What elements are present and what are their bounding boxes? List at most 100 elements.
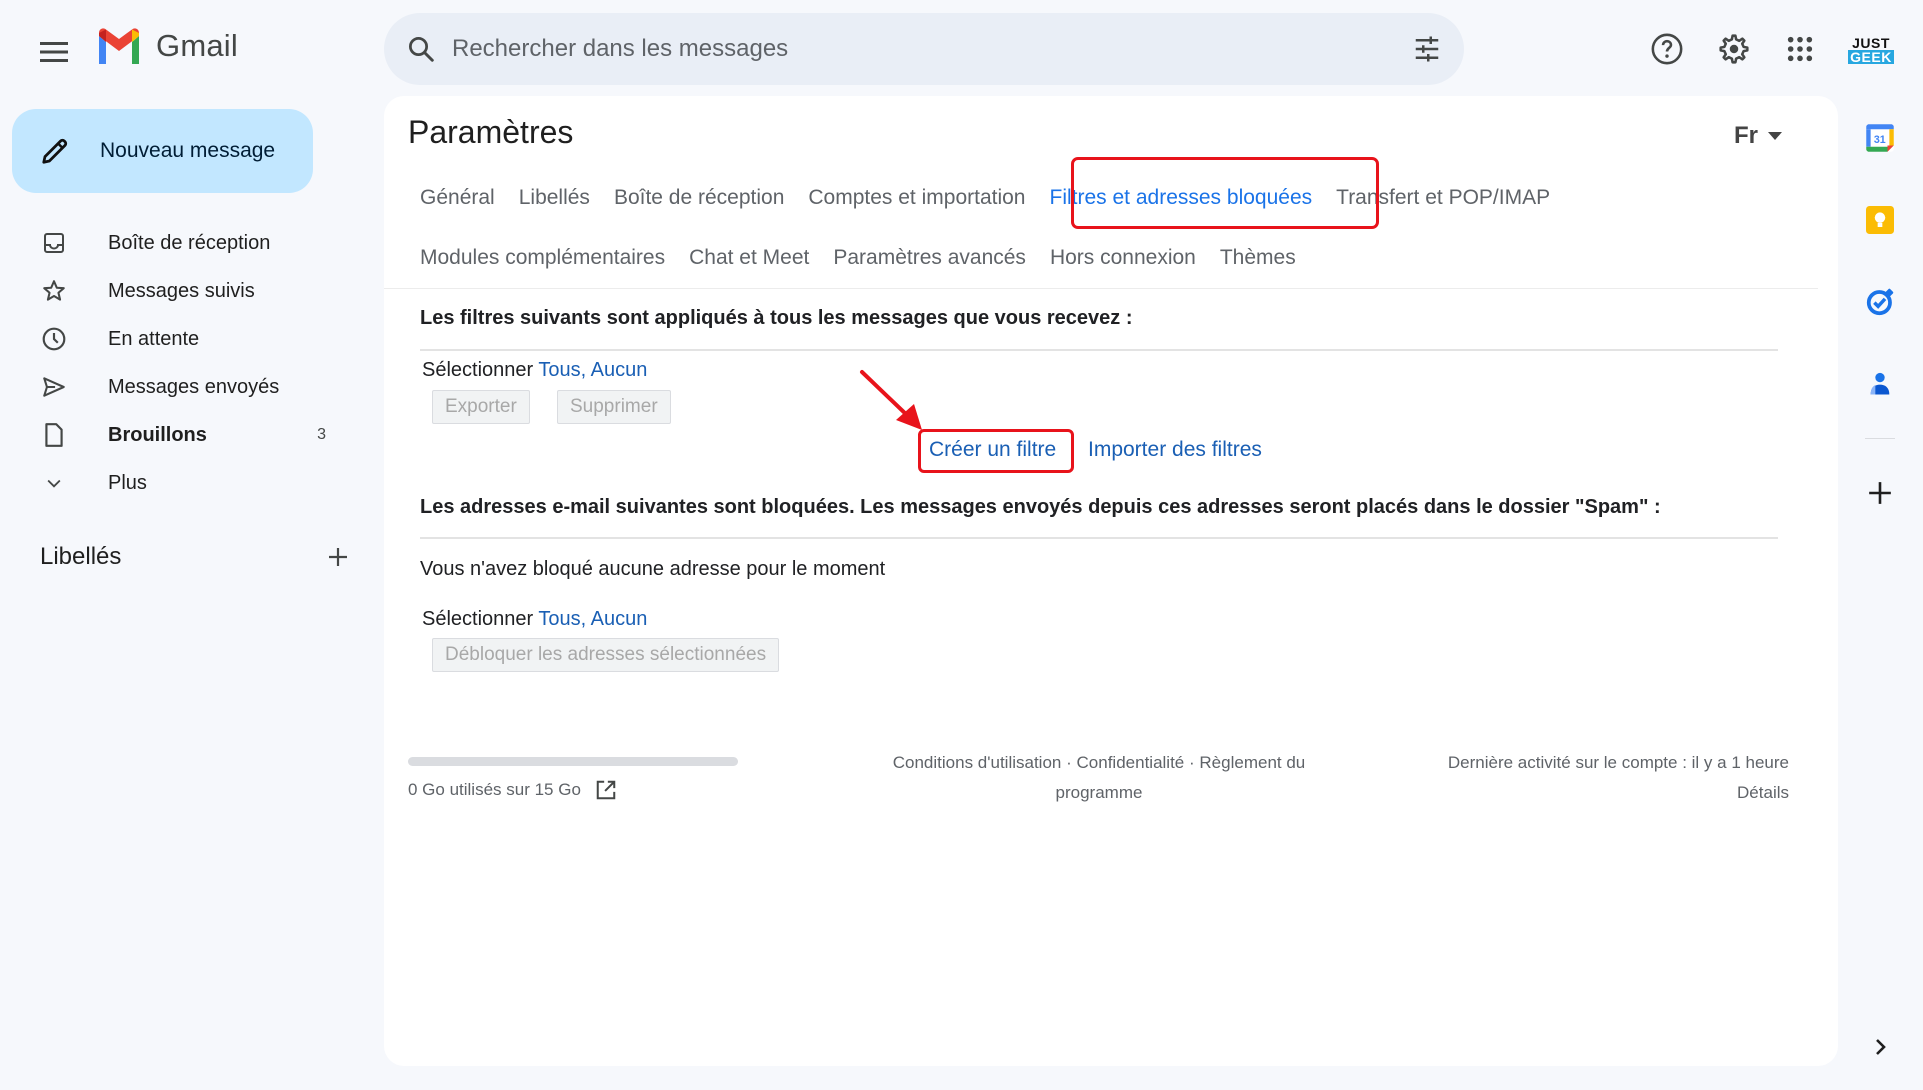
google-apps-button[interactable]	[1776, 25, 1824, 73]
labels-heading: Libellés	[40, 543, 122, 570]
tab-accounts-import[interactable]: Comptes et importation	[796, 186, 1037, 210]
last-activity-text: Dernière activité sur le compte : il y a…	[1447, 753, 1789, 772]
tab-offline[interactable]: Hors connexion	[1038, 246, 1208, 270]
contacts-icon	[1870, 372, 1890, 395]
clock-icon	[40, 325, 68, 353]
privacy-link[interactable]: Confidentialité	[1077, 753, 1185, 772]
delete-button[interactable]: Supprimer	[557, 390, 671, 424]
tab-filters-blocked[interactable]: Filtres et adresses bloquées	[1038, 186, 1325, 210]
rail-divider	[1865, 438, 1895, 439]
terms-link[interactable]: Conditions d'utilisation	[893, 753, 1062, 772]
help-icon	[1651, 33, 1683, 65]
svg-text:31: 31	[1874, 134, 1886, 146]
sidebar-item-starred[interactable]: Messages suivis	[0, 267, 346, 315]
storage-info: 0 Go utilisés sur 15 Go	[408, 779, 617, 801]
drafts-count-badge: 3	[317, 426, 326, 443]
side-panel-rail: 31	[1852, 96, 1912, 547]
help-button[interactable]	[1643, 25, 1691, 73]
compose-button[interactable]: Nouveau message	[12, 109, 313, 193]
sidebar-item-sent[interactable]: Messages envoyés	[0, 363, 346, 411]
activity-details-link[interactable]: Détails	[1448, 778, 1789, 808]
gmail-logo[interactable]: Gmail	[96, 28, 238, 64]
blocked-select-line: Sélectionner Tous, Aucun	[422, 608, 647, 631]
settings-card	[384, 96, 1838, 1066]
settings-button[interactable]	[1710, 25, 1758, 73]
sidebar-item-label: Brouillons	[108, 423, 207, 446]
add-label-button[interactable]	[326, 545, 350, 569]
select-prefix: Sélectionner	[422, 608, 534, 630]
sidebar-item-label: Boîte de réception	[108, 231, 271, 254]
import-filters-link[interactable]: Importer des filtres	[1088, 438, 1262, 462]
create-filter-link[interactable]: Créer un filtre	[929, 438, 1056, 462]
select-all-link[interactable]: Tous	[538, 359, 580, 381]
compose-label: Nouveau message	[100, 139, 276, 162]
gmail-m-icon	[99, 28, 139, 64]
get-addons-button[interactable]	[1852, 465, 1908, 521]
settings-tabs-row-2: Modules complémentaires Chat et Meet Par…	[408, 246, 1308, 270]
avatar-text-line1: JUST	[1852, 35, 1890, 51]
account-avatar[interactable]: JUST GEEK	[1843, 24, 1899, 76]
filters-select-line: Sélectionner Tous, Aucun	[422, 359, 647, 382]
page-title: Paramètres	[408, 114, 574, 150]
chevron-down-icon	[40, 469, 68, 497]
search-input[interactable]	[452, 35, 1412, 63]
sidebar-item-label: Plus	[108, 471, 147, 494]
program-policy-text-2: programme	[1055, 783, 1143, 802]
tab-general[interactable]: Général	[408, 186, 507, 210]
settings-tabs-row-1: Général Libellés Boîte de réception Comp…	[408, 186, 1562, 210]
gear-icon	[1719, 34, 1749, 64]
blocked-heading: Les adresses e-mail suivantes sont bloqu…	[420, 496, 1661, 518]
tab-forwarding-pop-imap[interactable]: Transfert et POP/IMAP	[1324, 186, 1562, 210]
calendar-app-button[interactable]: 31	[1852, 110, 1908, 166]
keep-app-button[interactable]	[1852, 192, 1908, 248]
select-none-link[interactable]: Aucun	[591, 608, 648, 630]
apps-grid-icon	[1787, 36, 1813, 62]
main-menu-button[interactable]	[32, 30, 76, 74]
footer-separator: ·	[1189, 753, 1195, 772]
search-options-icon[interactable]	[1412, 34, 1442, 64]
calendar-icon: 31	[1866, 124, 1894, 152]
add-addon-icon	[1869, 482, 1891, 504]
select-separator: ,	[580, 359, 587, 381]
tabs-divider	[384, 288, 1818, 289]
tasks-app-button[interactable]	[1852, 274, 1908, 330]
labels-section-header: Libellés	[40, 543, 350, 571]
avatar-text-line2: GEEK	[1848, 49, 1894, 65]
show-side-panel-button[interactable]	[1866, 1032, 1896, 1062]
sidebar-nav: Boîte de réception Messages suivis En at…	[0, 219, 360, 507]
menu-icon	[40, 42, 68, 62]
select-all-link[interactable]: Tous	[538, 608, 580, 630]
storage-text: 0 Go utilisés sur 15 Go	[408, 780, 581, 799]
sidebar-item-drafts[interactable]: Brouillons 3	[0, 411, 346, 459]
select-separator: ,	[580, 608, 587, 630]
sidebar-item-label: Messages suivis	[108, 279, 255, 302]
sidebar-item-more[interactable]: Plus	[0, 459, 346, 507]
blocked-empty-message: Vous n'avez bloqué aucune adresse pour l…	[420, 558, 886, 580]
open-external-icon[interactable]	[595, 779, 617, 801]
tab-themes[interactable]: Thèmes	[1208, 246, 1308, 270]
keep-icon	[1866, 206, 1894, 234]
sidebar-item-snoozed[interactable]: En attente	[0, 315, 346, 363]
chevron-right-icon	[1876, 1039, 1886, 1055]
filters-heading: Les filtres suivants sont appliqués à to…	[420, 307, 1133, 329]
tab-inbox[interactable]: Boîte de réception	[602, 186, 796, 210]
contacts-app-button[interactable]	[1852, 356, 1908, 412]
account-activity: Dernière activité sur le compte : il y a…	[1448, 748, 1789, 808]
blocked-divider	[420, 537, 1778, 539]
sidebar-item-inbox[interactable]: Boîte de réception	[0, 219, 346, 267]
search-icon[interactable]	[406, 34, 436, 64]
select-none-link[interactable]: Aucun	[591, 359, 648, 381]
annotation-arrow-icon	[860, 370, 922, 430]
tab-chat-meet[interactable]: Chat et Meet	[677, 246, 821, 270]
footer-separator: ·	[1066, 753, 1072, 772]
tab-labels[interactable]: Libellés	[507, 186, 602, 210]
language-code: Fr	[1734, 122, 1758, 149]
tab-addons[interactable]: Modules complémentaires	[408, 246, 677, 270]
select-prefix: Sélectionner	[422, 359, 534, 381]
tab-advanced[interactable]: Paramètres avancés	[821, 246, 1038, 270]
export-button[interactable]: Exporter	[432, 390, 530, 424]
unblock-button[interactable]: Débloquer les adresses sélectionnées	[432, 638, 780, 672]
star-icon	[40, 277, 68, 305]
input-language-selector[interactable]: Fr	[1734, 122, 1782, 150]
search-bar[interactable]	[384, 13, 1464, 85]
